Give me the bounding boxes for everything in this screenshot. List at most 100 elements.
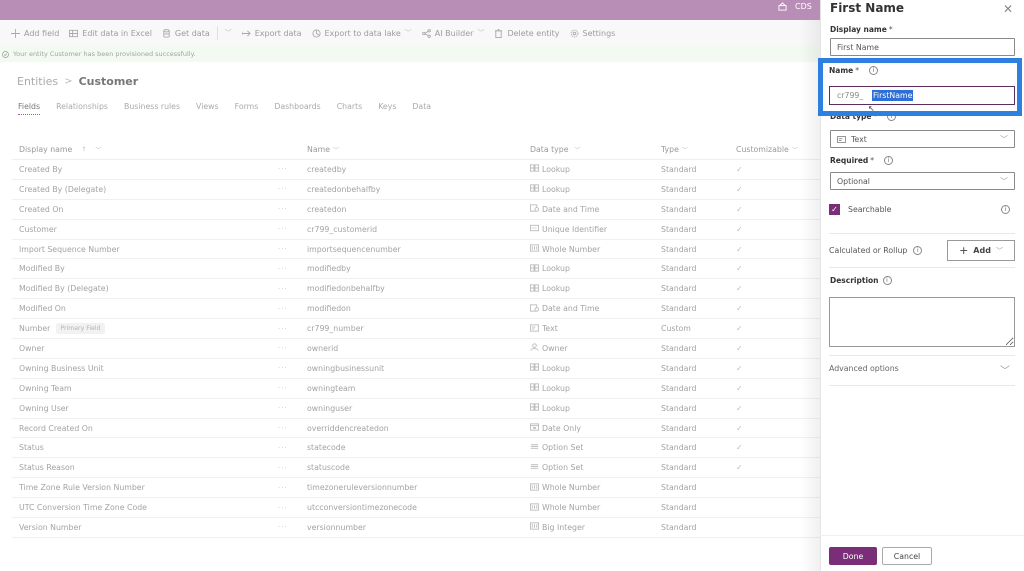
cell-type: Standard [661, 363, 697, 373]
tab-keys[interactable]: Keys [378, 102, 396, 115]
more-options-button[interactable]: ··· [278, 484, 307, 492]
table-row[interactable]: UTC Conversion Time Zone Code ··· utcconve… [12, 498, 820, 519]
table-row[interactable]: Modified On ··· modifiedon Date and Time Sta… [12, 299, 820, 320]
info-icon[interactable]: i [913, 246, 923, 255]
tab-dashboards[interactable]: Dashboards [274, 102, 320, 115]
info-icon[interactable]: i [1001, 205, 1010, 214]
column-display-name[interactable]: Display name ↑ ﹀ [12, 145, 278, 154]
table-row[interactable]: Owning User ··· owninguser Lookup Standard ✓ [12, 399, 820, 419]
table-row[interactable]: Created By ··· createdby Lookup Standard ✓ [12, 160, 820, 180]
cell-display-name: Modified By [12, 264, 278, 273]
more-options-button[interactable]: ··· [278, 325, 307, 333]
more-options-button[interactable]: ··· [278, 225, 307, 233]
delete-entity-button[interactable]: Delete entity [489, 20, 564, 46]
more-options-button[interactable]: ··· [278, 523, 307, 531]
more-options-button[interactable]: ··· [278, 344, 307, 352]
searchable-checkbox[interactable]: ✓ [829, 204, 840, 215]
table-row[interactable]: Number Primary Field ··· cr799_number Text Cu… [12, 319, 820, 340]
more-options-button[interactable]: ··· [278, 285, 307, 293]
tab-data[interactable]: Data [412, 102, 431, 115]
more-options-button[interactable]: ··· [278, 205, 307, 213]
column-label: Display name [19, 145, 73, 154]
info-icon[interactable]: i [884, 156, 894, 165]
whole-number-icon [530, 483, 539, 493]
more-options-button[interactable]: ··· [278, 364, 307, 372]
add-field-button[interactable]: Add field [6, 20, 64, 46]
export-data-button[interactable]: Export data [237, 20, 307, 46]
table-row[interactable]: Modified By ··· modifiedby Lookup Standard ✓ [12, 259, 820, 280]
data-type-select[interactable]: Text ﹀ [830, 130, 1015, 148]
done-button[interactable]: Done [829, 547, 877, 565]
more-options-button[interactable]: ··· [278, 464, 307, 472]
table-row[interactable]: Version Number ··· versionnumber Big Intege… [12, 518, 820, 538]
divider [829, 233, 1015, 234]
data-type-text: Whole Number [542, 244, 601, 254]
environment-switcher[interactable]: CDS [778, 2, 812, 11]
lookup-icon [530, 284, 539, 294]
close-icon[interactable]: ✕ [1002, 3, 1014, 15]
get-data-button[interactable]: Get data [157, 20, 215, 46]
table-row[interactable]: Record Created On ··· overriddencreatedon D… [12, 419, 820, 439]
cell-name: cr799_number [307, 324, 364, 334]
description-textarea[interactable] [829, 297, 1015, 347]
more-options-button[interactable]: ··· [278, 185, 307, 193]
info-icon[interactable]: i [869, 66, 878, 75]
table-row[interactable]: Customer ··· cr799_customerid Unique Identi… [12, 220, 820, 240]
data-type-text: Date and Time [542, 304, 600, 314]
display-name-input[interactable]: First Name [830, 38, 1015, 56]
export-to-data-lake-button[interactable]: Export to data lake ﹀ [307, 20, 417, 46]
more-options-button[interactable]: ··· [278, 504, 307, 512]
more-options-button[interactable]: ··· [278, 424, 307, 432]
name-prefix: cr799_ [837, 91, 864, 100]
divider [829, 267, 1015, 268]
table-row[interactable]: Owning Business Unit ··· owningbusinessuni… [12, 359, 820, 379]
chevron-down-icon[interactable]: ﹀ [1000, 362, 1010, 377]
column-data-type[interactable]: Data type ﹀ [530, 145, 661, 154]
info-icon[interactable]: i [882, 276, 892, 285]
table-row[interactable]: Import Sequence Number ··· importsequencen… [12, 240, 820, 260]
tab-fields[interactable]: Fields [18, 102, 41, 115]
export-arrow-icon [241, 29, 251, 37]
command-bar: Add field Edit data in Excel Get data ﹀ … [0, 20, 820, 46]
table-row[interactable]: Created On ··· createdon Date and Time Stand… [12, 200, 820, 220]
column-name[interactable]: Name ﹀ [307, 145, 530, 154]
cell-data-type: Whole Number [530, 244, 661, 254]
breadcrumb-entities[interactable]: Entities [17, 75, 58, 88]
more-options-button[interactable]: ··· [278, 404, 307, 412]
cell-type: Standard [661, 403, 697, 413]
name-input[interactable]: cr799_ FirstName [829, 86, 1015, 105]
tab-views[interactable]: Views [196, 102, 219, 115]
get-data-dropdown[interactable]: ﹀ [220, 20, 237, 46]
cancel-button[interactable]: Cancel [882, 547, 932, 565]
edit-in-excel-button[interactable]: Edit data in Excel [64, 20, 157, 46]
advanced-options-toggle[interactable]: Advanced options [829, 364, 899, 373]
settings-button[interactable]: Settings [565, 20, 621, 46]
add-calculated-button[interactable]: + Add ﹀ [947, 240, 1015, 261]
tab-relationships[interactable]: Relationships [56, 102, 108, 115]
table-row[interactable]: Status Reason ··· statuscode Option Set Stan… [12, 458, 820, 479]
more-options-button[interactable]: ··· [278, 165, 307, 173]
display-name-text: Status [19, 443, 44, 453]
tab-forms[interactable]: Forms [235, 102, 259, 115]
table-row[interactable]: Created By (Delegate) ··· createdonbehalfb… [12, 180, 820, 200]
table-row[interactable]: Modified By (Delegate) ··· modifiedonbehal… [12, 279, 820, 300]
cell-display-name: UTC Conversion Time Zone Code [12, 503, 278, 512]
table-row[interactable]: Status ··· statecode Option Set Standard ✓ [12, 438, 820, 459]
ai-builder-button[interactable]: AI Builder ﹀ [417, 20, 490, 46]
required-select[interactable]: Optional ﹀ [830, 172, 1015, 190]
tab-business-rules[interactable]: Business rules [124, 102, 180, 115]
more-options-button[interactable]: ··· [278, 384, 307, 392]
more-options-button[interactable]: ··· [278, 305, 307, 313]
more-options-button[interactable]: ··· [278, 245, 307, 253]
cell-data-type: Option Set [530, 463, 661, 473]
data-type-text: Lookup [542, 264, 570, 274]
table-row[interactable]: Owner ··· ownerid Owner Standard ✓ [12, 339, 820, 359]
table-row[interactable]: Owning Team ··· owningteam Lookup Standard ✓ [12, 379, 820, 399]
checkmark-icon: ✓ [736, 443, 743, 453]
table-row[interactable]: Time Zone Rule Version Number ··· timezone… [12, 478, 820, 499]
more-options-button[interactable]: ··· [278, 444, 307, 452]
unique-identifier-icon [530, 224, 539, 234]
tab-charts[interactable]: Charts [337, 102, 363, 115]
column-type[interactable]: Type ﹀ [661, 145, 736, 154]
more-options-button[interactable]: ··· [278, 265, 307, 273]
